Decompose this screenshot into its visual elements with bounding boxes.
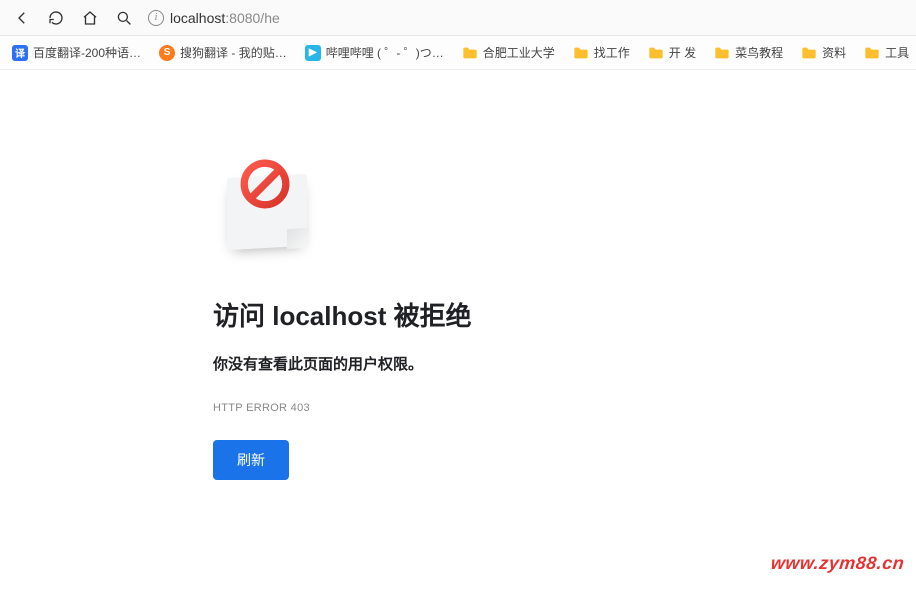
bookmarks-bar: 译百度翻译-200种语… S 搜狗翻译 - 我的贴… ▶ 哔哩哔哩 ( ゜- ゜)つ… 合… xyxy=(0,36,916,70)
url-path: :8080/he xyxy=(225,10,280,26)
watermark-text: www.zym88.cn xyxy=(770,553,906,574)
folder-icon xyxy=(864,45,880,61)
folder-icon xyxy=(462,45,478,61)
bookmark-item[interactable]: 工具 xyxy=(860,42,913,63)
bilibili-icon: ▶ xyxy=(305,45,321,61)
browser-toolbar: i localhost:8080/he xyxy=(0,0,916,36)
folder-icon xyxy=(648,45,664,61)
baidu-translate-icon: 译 xyxy=(12,45,28,61)
folder-icon xyxy=(801,45,817,61)
bookmark-label: 搜狗翻译 - 我的贴… xyxy=(180,44,287,61)
error-heading: 访问 localhost 被拒绝 xyxy=(213,296,916,333)
bookmark-item[interactable]: 开 发 xyxy=(644,42,700,63)
url-host: localhost xyxy=(170,10,225,26)
bookmark-label: 合肥工业大学 xyxy=(483,44,555,61)
search-icon xyxy=(115,9,133,27)
search-button[interactable] xyxy=(110,4,138,32)
folder-icon xyxy=(714,45,730,61)
address-bar[interactable]: i localhost:8080/he xyxy=(148,4,280,32)
bookmark-label: 菜鸟教程 xyxy=(735,44,783,61)
site-info-icon[interactable]: i xyxy=(148,10,164,26)
bookmark-item[interactable]: 译百度翻译-200种语… xyxy=(8,42,145,63)
error-illustration xyxy=(213,166,323,256)
error-subtext: 你没有查看此页面的用户权限。 xyxy=(213,353,916,374)
bookmark-item[interactable]: 合肥工业大学 xyxy=(458,42,559,63)
refresh-button[interactable]: 刷新 xyxy=(213,440,289,480)
home-button[interactable] xyxy=(76,4,104,32)
bookmark-item[interactable]: 找工作 xyxy=(569,42,634,63)
reload-icon xyxy=(47,9,65,27)
bookmark-label: 找工作 xyxy=(594,44,630,61)
forbidden-icon xyxy=(239,158,291,210)
bookmark-item[interactable]: ▶ 哔哩哔哩 ( ゜- ゜)つ… xyxy=(301,42,448,63)
back-button[interactable] xyxy=(8,4,36,32)
bookmark-label: 百度翻译-200种语… xyxy=(33,44,141,61)
reload-button[interactable] xyxy=(42,4,70,32)
bookmark-item[interactable]: 菜鸟教程 xyxy=(710,42,787,63)
bookmark-label: 资料 xyxy=(822,44,846,61)
bookmark-label: 哔哩哔哩 ( ゜- ゜)つ… xyxy=(326,44,444,61)
home-icon xyxy=(81,9,99,27)
back-icon xyxy=(13,9,31,27)
error-code: HTTP ERROR 403 xyxy=(213,402,916,414)
error-page: 访问 localhost 被拒绝 你没有查看此页面的用户权限。 HTTP ERR… xyxy=(0,70,916,480)
folder-icon xyxy=(573,45,589,61)
bookmark-item[interactable]: S 搜狗翻译 - 我的贴… xyxy=(155,42,291,63)
bookmark-label: 工具 xyxy=(885,44,909,61)
sogou-icon: S xyxy=(159,45,175,61)
bookmark-label: 开 发 xyxy=(669,44,696,61)
bookmark-item[interactable]: 资料 xyxy=(797,42,850,63)
